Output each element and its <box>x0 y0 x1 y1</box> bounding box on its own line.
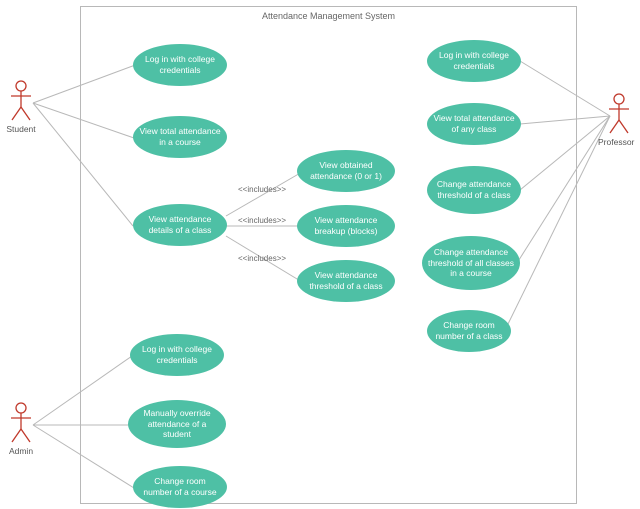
usecase-student-login: Log in with college credentials <box>133 44 227 86</box>
usecase-admin-change-room: Change room number of a course <box>133 466 227 508</box>
include-label: <<includes>> <box>238 254 286 263</box>
actor-admin: Admin <box>6 402 36 456</box>
include-label: <<includes>> <box>238 185 286 194</box>
usecase-prof-login: Log in with college credentials <box>427 40 521 82</box>
usecase-prof-change-threshold-all: Change attendance threshold of all class… <box>422 236 520 290</box>
usecase-admin-login: Log in with college credentials <box>130 334 224 376</box>
usecase-prof-change-threshold: Change attendance threshold of a class <box>427 166 521 214</box>
stick-figure-icon <box>607 93 631 135</box>
actor-student: Student <box>6 80 36 134</box>
usecase-prof-view-total: View total attendance of any class <box>427 103 521 145</box>
actor-professor: Professor <box>604 93 634 147</box>
usecase-include-breakup: View attendance breakup (blocks) <box>297 205 395 247</box>
stick-figure-icon <box>9 80 33 122</box>
actor-label: Professor <box>598 137 634 147</box>
actor-label: Admin <box>6 446 36 456</box>
usecase-student-view-details: View attendance details of a class <box>133 204 227 246</box>
usecase-student-view-total: View total attendance in a course <box>133 116 227 158</box>
usecase-prof-change-room: Change room number of a class <box>427 310 511 352</box>
usecase-admin-override: Manually override attendance of a studen… <box>128 400 226 448</box>
include-label: <<includes>> <box>238 216 286 225</box>
actor-label: Student <box>6 124 36 134</box>
system-title: Attendance Management System <box>81 7 576 21</box>
usecase-include-obtained: View obtained attendance (0 or 1) <box>297 150 395 192</box>
usecase-include-threshold: View attendance threshold of a class <box>297 260 395 302</box>
stick-figure-icon <box>9 402 33 444</box>
